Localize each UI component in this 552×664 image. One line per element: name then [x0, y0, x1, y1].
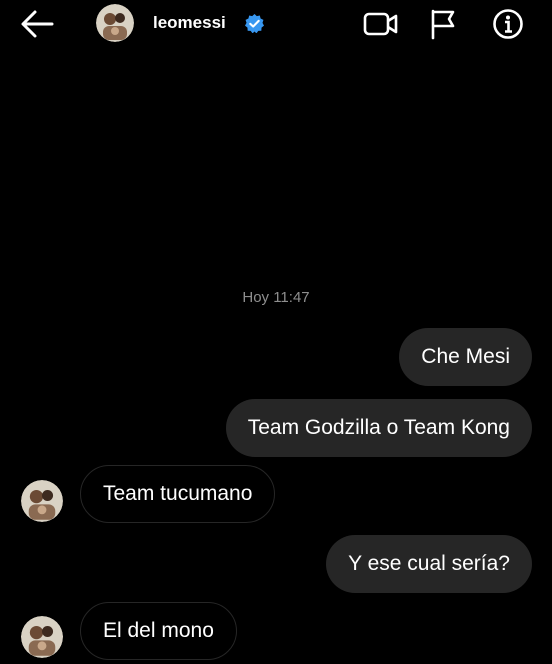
sent-message-bubble[interactable]: Team Godzilla o Team Kong	[225, 399, 532, 457]
sent-message-bubble[interactable]: Y ese cual sería?	[326, 535, 532, 593]
verified-badge-icon	[245, 14, 264, 33]
info-icon[interactable]	[492, 8, 524, 40]
avatar[interactable]	[96, 4, 134, 42]
chat-header: leomessi	[0, 0, 552, 48]
username[interactable]: leomessi	[153, 13, 226, 33]
video-call-icon[interactable]	[363, 10, 399, 38]
sender-avatar[interactable]	[21, 480, 63, 522]
message-timestamp: Hoy 11:47	[242, 289, 310, 306]
received-message-bubble[interactable]: Team tucumano	[80, 465, 276, 523]
sent-message-bubble[interactable]: Che Mesi	[399, 328, 532, 386]
received-message-bubble[interactable]: El del mono	[80, 602, 237, 660]
flag-icon[interactable]	[428, 8, 458, 40]
back-arrow-icon[interactable]	[20, 9, 54, 39]
sender-avatar[interactable]	[21, 616, 63, 658]
